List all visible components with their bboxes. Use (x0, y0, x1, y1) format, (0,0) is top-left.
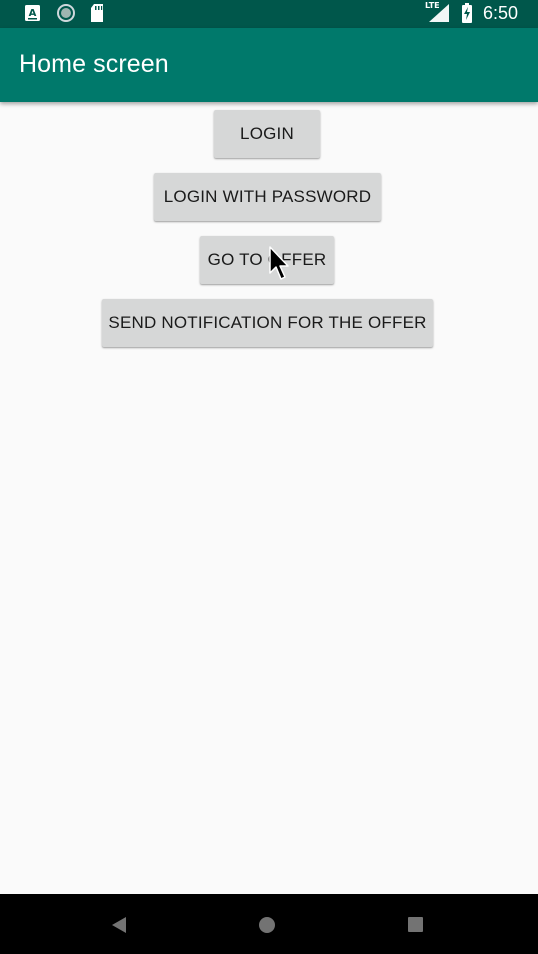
login-with-password-button[interactable]: LOGIN WITH PASSWORD (154, 173, 381, 221)
a-keyboard-icon: A (24, 3, 42, 23)
send-notification-button[interactable]: SEND NOTIFICATION FOR THE OFFER (102, 299, 433, 347)
app-bar: Home screen (0, 28, 538, 102)
status-time: 6:50 (482, 3, 518, 23)
battery-icon (461, 3, 473, 23)
sd-card-icon (88, 3, 106, 23)
home-icon[interactable] (257, 914, 279, 936)
sync-icon (56, 3, 75, 23)
login-button[interactable]: LOGIN (214, 110, 320, 158)
main-content: LOGIN LOGIN WITH PASSWORD GO TO OFFER SE… (0, 102, 538, 894)
recent-apps-icon[interactable] (406, 914, 428, 936)
status-notification-icons: A (24, 3, 106, 23)
go-to-offer-button[interactable]: GO TO OFFER (200, 236, 334, 284)
navigation-bar (0, 894, 538, 954)
status-bar: A LTE 6:50 (0, 0, 538, 28)
back-icon[interactable] (108, 914, 130, 936)
signal-icon: LTE (424, 1, 451, 23)
status-system-icons: LTE 6:50 (424, 1, 518, 23)
page-title: Home screen (19, 50, 169, 78)
network-type-label: LTE (424, 1, 440, 10)
svg-text:A: A (29, 8, 37, 19)
